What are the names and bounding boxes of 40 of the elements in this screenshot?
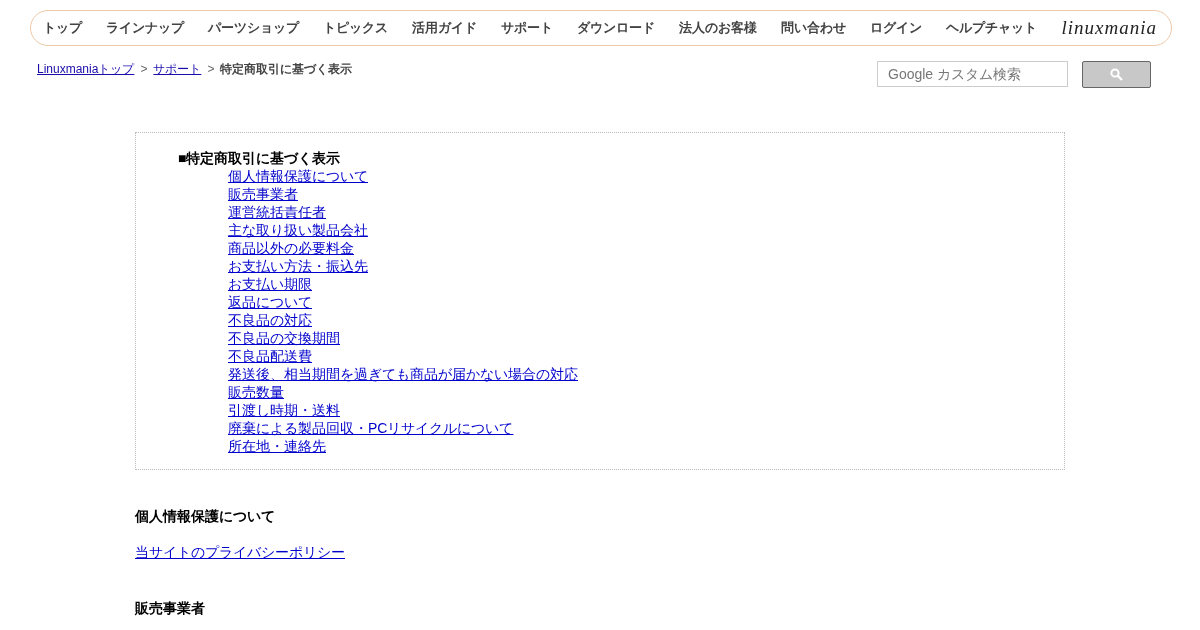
toc-title: ■特定商取引に基づく表示 <box>178 149 342 167</box>
toc-link[interactable]: 不良品の交換期間 <box>228 329 340 347</box>
toc-link[interactable]: 引渡し時期・送料 <box>228 401 340 419</box>
toc-link[interactable]: 所在地・連絡先 <box>228 437 326 455</box>
toc-link[interactable]: 個人情報保護について <box>228 167 368 185</box>
nav-link[interactable]: 法人のお客様 <box>679 19 757 37</box>
nav-link[interactable]: サポート <box>501 19 553 37</box>
toc-link[interactable]: 運営統括責任者 <box>228 203 326 221</box>
toc-link[interactable]: 販売数量 <box>228 383 284 401</box>
nav-link[interactable]: ラインナップ <box>106 19 184 37</box>
nav-link[interactable]: ログイン <box>870 19 922 37</box>
toc-link[interactable]: お支払い方法・振込先 <box>228 257 368 275</box>
nav-link[interactable]: ヘルプチャット <box>946 19 1037 37</box>
search-button[interactable] <box>1082 61 1151 88</box>
toc-link[interactable]: 販売事業者 <box>228 185 298 203</box>
breadcrumb-link[interactable]: サポート <box>153 60 202 78</box>
search-icon <box>1110 68 1123 81</box>
nav-link[interactable]: トップ <box>43 19 82 37</box>
search-field[interactable]: Google カスタム検索 <box>877 61 1068 87</box>
toc-link[interactable]: 主な取り扱い製品会社 <box>228 221 368 239</box>
breadcrumb-separator: > <box>140 62 148 76</box>
toc-link[interactable]: 発送後、相当期間を過ぎても商品が届かない場合の対応 <box>228 365 578 383</box>
section-heading: 個人情報保護について <box>135 508 276 526</box>
breadcrumb-link[interactable]: Linuxmaniaトップ <box>37 60 135 78</box>
breadcrumb-current: 特定商取引に基づく表示 <box>220 60 353 78</box>
toc-link[interactable]: お支払い期限 <box>228 275 312 293</box>
toc-link[interactable]: 不良品配送費 <box>228 347 312 365</box>
nav-link[interactable]: 問い合わせ <box>781 19 846 37</box>
toc-link[interactable]: 不良品の対応 <box>228 311 312 329</box>
nav-link[interactable]: パーツショップ <box>208 19 299 37</box>
section-heading: 販売事業者 <box>135 600 206 618</box>
toc-link[interactable]: 廃棄による製品回収・PCリサイクルについて <box>228 419 514 437</box>
nav-link[interactable]: 活用ガイド <box>412 19 477 37</box>
toc-link[interactable]: 商品以外の必要料金 <box>228 239 354 257</box>
toc-link[interactable]: 返品について <box>228 293 312 311</box>
breadcrumb-separator: > <box>207 62 215 76</box>
nav-link[interactable]: ダウンロード <box>577 19 655 37</box>
logo[interactable]: linuxmania <box>1061 17 1157 39</box>
section-link[interactable]: 当サイトのプライバシーポリシー <box>135 544 345 562</box>
nav-link[interactable]: トピックス <box>323 19 388 37</box>
